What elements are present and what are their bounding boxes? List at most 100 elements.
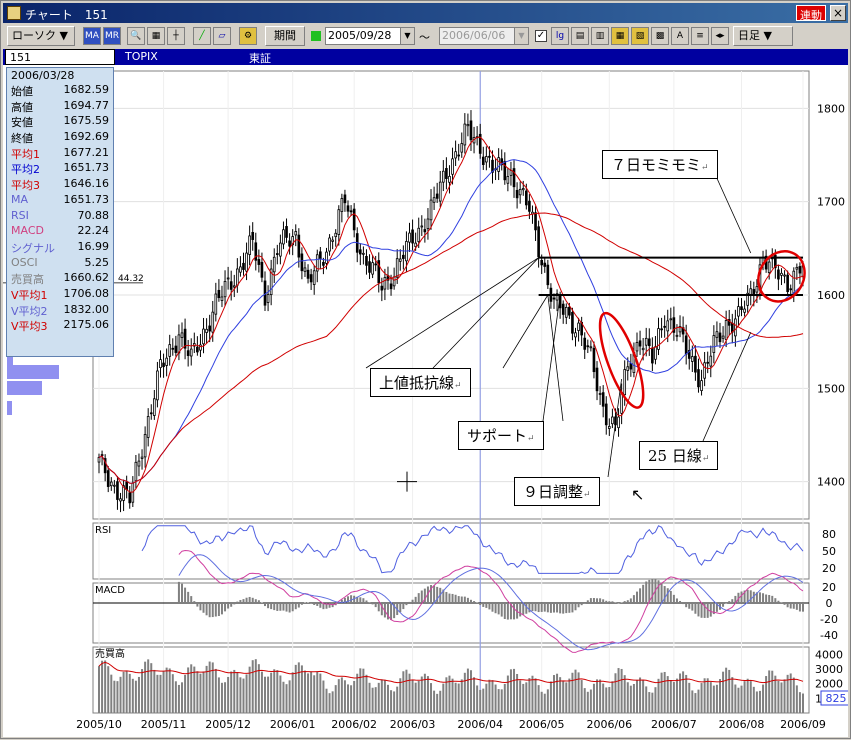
macd-histogram-bar xyxy=(547,603,549,612)
macd-histogram-bar xyxy=(602,599,604,603)
split-icon[interactable]: ▤ xyxy=(571,27,589,45)
macd-histogram-bar xyxy=(467,598,469,603)
candle-body xyxy=(535,213,537,230)
candle-body xyxy=(156,371,158,400)
macd-histogram-bar xyxy=(587,600,589,603)
volume-bar xyxy=(384,680,386,713)
volume-bar xyxy=(787,675,789,713)
candle-body xyxy=(599,393,601,394)
period-button[interactable]: 期間 xyxy=(265,26,305,46)
chevron-down-icon[interactable]: ▼ xyxy=(514,28,528,44)
x-tick-label: 2006/02 xyxy=(331,718,377,731)
eraser-icon[interactable]: ▱ xyxy=(213,27,231,45)
volume-bar xyxy=(568,679,570,713)
crosshair-icon[interactable]: ┼ xyxy=(167,27,185,45)
indicator-icon[interactable]: ▦ xyxy=(611,27,629,45)
sync-checkbox[interactable]: ✓ xyxy=(535,30,547,42)
macd-histogram-bar xyxy=(196,603,198,607)
macd-histogram-bar xyxy=(485,603,487,608)
chart-type-dropdown[interactable]: ローソク ▼ xyxy=(7,26,75,46)
volume-bar xyxy=(713,686,715,713)
candle-body xyxy=(433,198,435,203)
candle-body xyxy=(135,462,137,480)
pen-icon[interactable]: ╱ xyxy=(193,27,211,45)
volume-bar xyxy=(485,684,487,713)
date-to-field[interactable]: 2006/06/06 ▼ xyxy=(439,27,529,45)
candle-body xyxy=(258,259,260,264)
chart-svg[interactable]: 140015001600170018002005/102005/112005/1… xyxy=(3,65,848,737)
volume-bar xyxy=(731,677,733,713)
link-button[interactable]: 連動 xyxy=(796,5,826,21)
macd-histogram-bar xyxy=(691,603,693,611)
ma-icon[interactable]: MA xyxy=(83,27,101,45)
candle-body xyxy=(489,156,491,157)
macd-histogram-bar xyxy=(639,588,641,603)
symbol-code-input[interactable]: 151 xyxy=(5,49,115,65)
candle-body xyxy=(375,264,377,265)
candle-body xyxy=(249,236,251,255)
step-icon[interactable]: ◂▸ xyxy=(711,27,729,45)
all-icon[interactable]: A xyxy=(671,27,689,45)
return-mark: ↵ xyxy=(701,163,709,173)
mre-icon[interactable]: MR xyxy=(103,27,121,45)
candle-body xyxy=(307,270,309,278)
volume-bar xyxy=(436,694,438,713)
info-value: 70.88 xyxy=(78,209,110,222)
macd-histogram-bar xyxy=(359,597,361,603)
volume-bar xyxy=(126,671,128,713)
macd-histogram-bar xyxy=(501,603,503,617)
macd-histogram-bar xyxy=(464,597,466,603)
candle-body xyxy=(590,347,592,348)
callout-25-day-line-text: 25 日線 xyxy=(648,447,702,465)
chart-area[interactable]: 140015001600170018002005/102005/112005/1… xyxy=(3,65,848,737)
candle-body xyxy=(200,345,202,350)
date-from-field[interactable]: 2005/09/28 ▼ xyxy=(325,27,415,45)
candle-body xyxy=(618,417,620,428)
list-icon[interactable]: ≡ xyxy=(691,27,709,45)
volume-bar xyxy=(298,662,300,713)
scale-icon[interactable]: ▦ xyxy=(147,27,165,45)
macd-tick-label: -20 xyxy=(820,613,838,626)
grid-icon[interactable]: ▩ xyxy=(651,27,669,45)
volume-bar xyxy=(501,689,503,713)
candle-body xyxy=(409,233,411,242)
volume-bar xyxy=(587,692,589,713)
volume-bar xyxy=(390,690,392,713)
candle-body xyxy=(227,278,229,279)
info-row: V平均32175.06 xyxy=(7,318,113,334)
info-value: 1706.08 xyxy=(64,287,110,300)
candle-body xyxy=(516,190,518,197)
log-scale-icon[interactable]: lg xyxy=(551,27,569,45)
macd-histogram-bar xyxy=(685,603,687,607)
info-label: 平均3 xyxy=(11,177,40,193)
zoom-icon[interactable]: 🔍 xyxy=(127,27,145,45)
close-button[interactable]: × xyxy=(830,5,846,21)
info-value: 5.25 xyxy=(85,256,110,269)
volume-bar xyxy=(98,666,100,713)
x-tick-label: 2006/07 xyxy=(651,718,697,731)
volume-bar xyxy=(144,662,146,713)
candle-body xyxy=(694,356,696,372)
volume-bar xyxy=(332,691,334,713)
candle-body xyxy=(144,434,146,456)
settings-icon[interactable]: ⚙ xyxy=(239,27,257,45)
candle-body xyxy=(187,351,189,356)
interval-dropdown[interactable]: 日足 ▼ xyxy=(733,26,793,46)
volume-bar xyxy=(541,692,543,713)
volume-bar xyxy=(172,674,174,713)
volume-bar xyxy=(602,684,604,713)
volume-bar xyxy=(375,687,377,713)
volume-bar xyxy=(233,670,235,713)
candle-body xyxy=(169,345,171,357)
macd-histogram-bar xyxy=(768,595,770,603)
macd-histogram-bar xyxy=(276,603,278,611)
macd-histogram-bar xyxy=(448,594,450,603)
macd-histogram-bar xyxy=(694,603,696,614)
volume-bar xyxy=(784,679,786,713)
chevron-down-icon[interactable]: ▼ xyxy=(400,28,414,44)
overlay-icon[interactable]: ▧ xyxy=(631,27,649,45)
volume-bar xyxy=(575,670,577,713)
info-label: 始値 xyxy=(11,83,33,99)
compare-icon[interactable]: ▥ xyxy=(591,27,609,45)
volume-bar xyxy=(476,685,478,713)
